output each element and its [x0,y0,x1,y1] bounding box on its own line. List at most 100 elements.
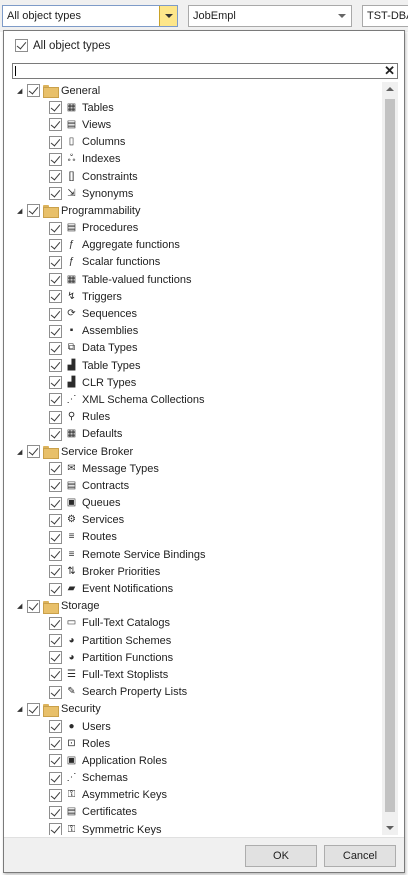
checkbox-icon[interactable] [27,599,40,613]
checkbox-icon[interactable] [49,565,62,579]
checkbox-icon[interactable] [49,341,62,355]
checkbox-icon[interactable] [49,393,62,407]
checkbox-icon[interactable] [49,324,62,338]
tree-item[interactable]: ≡ Routes [12,529,378,546]
scroll-down-icon[interactable] [386,826,394,830]
tree-item[interactable]: ▣ Queues [12,495,378,512]
tree-item[interactable]: ▣ Application Roles [12,752,378,769]
tree-item[interactable]: ✎ Search Property Lists [12,684,378,701]
tree-item[interactable]: ▤ Certificates [12,804,378,821]
tree-item[interactable]: ↯ Triggers [12,288,378,305]
checkbox-icon[interactable] [49,496,62,510]
checkbox-icon[interactable] [49,410,62,424]
tree-item[interactable]: ƒ Scalar functions [12,254,378,271]
tree-item[interactable]: ▰ Event Notifications [12,580,378,597]
object-type-combo[interactable]: All object types [2,5,178,27]
checkbox-icon[interactable] [49,823,62,835]
checkbox-icon[interactable] [49,616,62,630]
tree-item[interactable]: ▦ Defaults [12,426,378,443]
tree-item[interactable]: ⚲ Rules [12,409,378,426]
tree-item[interactable]: ⚙ Services [12,512,378,529]
checkbox-icon[interactable] [49,307,62,321]
checkbox-icon[interactable] [27,445,40,459]
table-combo[interactable]: JobEmpl [188,5,352,27]
checkbox-icon[interactable] [49,788,62,802]
cancel-button[interactable]: Cancel [324,845,396,867]
checkbox-icon[interactable] [27,204,40,218]
tree-group[interactable]: ◢ Storage [12,598,378,615]
collapse-toggle-icon[interactable]: ◢ [17,448,26,456]
tree-item[interactable]: ▟ Table Types [12,357,378,374]
checkbox-icon[interactable] [49,118,62,132]
tree-item[interactable]: ▤ Views [12,116,378,133]
tree-item[interactable]: ▦ Table-valued functions [12,271,378,288]
checkbox-icon[interactable] [27,84,40,98]
tree-item[interactable]: ▟ CLR Types [12,374,378,391]
checkbox-icon[interactable] [49,685,62,699]
tree-item[interactable]: ● Users [12,718,378,735]
checkbox-icon[interactable] [49,634,62,648]
checkbox-icon[interactable] [49,548,62,562]
tree-item[interactable]: ◕ Partition Functions [12,649,378,666]
collapse-toggle-icon[interactable]: ◢ [17,602,26,610]
server-combo[interactable]: TST-DBA [362,5,408,27]
tree-item[interactable]: ▭ Full-Text Catalogs [12,615,378,632]
checkbox-icon[interactable] [49,668,62,682]
checkbox-icon[interactable] [49,273,62,287]
tree-item[interactable]: ⚿ Asymmetric Keys [12,787,378,804]
tree-item[interactable]: ≡ Remote Service Bindings [12,546,378,563]
tree-item[interactable]: ⟳ Sequences [12,305,378,322]
checkbox-icon[interactable] [49,101,62,115]
scrollbar-thumb[interactable] [385,99,395,812]
checkbox-icon[interactable] [49,359,62,373]
checkbox-icon[interactable] [49,754,62,768]
tree-item[interactable]: ◕ Partition Schemes [12,632,378,649]
tree-item[interactable]: ▦ Tables [12,99,378,116]
tree-item[interactable]: [] Constraints [12,168,378,185]
collapse-toggle-icon[interactable]: ◢ [17,207,26,215]
tree-item[interactable]: ஃ Indexes [12,151,378,168]
vertical-scrollbar[interactable] [382,82,398,835]
ok-button[interactable]: OK [245,845,317,867]
tree-item[interactable]: ⇲ Synonyms [12,185,378,202]
tree-item[interactable]: ▯ Columns [12,134,378,151]
tree-group[interactable]: ◢ General [12,82,378,99]
checkbox-icon[interactable] [49,187,62,201]
collapse-toggle-icon[interactable]: ◢ [17,87,26,95]
tree-group[interactable]: ◢ Programmability [12,202,378,219]
checkbox-icon[interactable] [49,771,62,785]
checkbox-icon[interactable] [49,582,62,596]
tree-item[interactable]: ⚿ Symmetric Keys [12,821,378,835]
tree-item[interactable]: ƒ Aggregate functions [12,237,378,254]
checkbox-icon[interactable] [49,737,62,751]
tree-item[interactable]: ⇅ Broker Priorities [12,563,378,580]
tree-item[interactable]: ▪ Assemblies [12,323,378,340]
checkbox-icon[interactable] [49,530,62,544]
checkbox-icon[interactable] [49,135,62,149]
checkbox-icon[interactable] [49,255,62,269]
filter-input[interactable]: ✕ [12,63,398,79]
tree-item[interactable]: ▤ Procedures [12,220,378,237]
scroll-up-icon[interactable] [386,87,394,91]
collapse-toggle-icon[interactable]: ◢ [17,705,26,713]
tree-item[interactable]: ▤ Contracts [12,477,378,494]
tree-item[interactable]: ✉ Message Types [12,460,378,477]
tree-item[interactable]: ⋰ Schemas [12,770,378,787]
tree-item[interactable]: ⊡ Roles [12,735,378,752]
checkbox-icon[interactable] [49,651,62,665]
checkbox-icon[interactable] [49,720,62,734]
all-object-types-checkbox[interactable]: All object types [15,39,110,52]
checkbox-icon[interactable] [49,805,62,819]
checkbox-icon[interactable] [49,427,62,441]
checkbox-icon[interactable] [49,290,62,304]
checkbox-icon[interactable] [27,702,40,716]
tree-item[interactable]: ⧉ Data Types [12,340,378,357]
clear-icon[interactable]: ✕ [384,63,395,79]
checkbox-icon[interactable] [49,376,62,390]
checkbox-icon[interactable] [49,462,62,476]
tree-group[interactable]: ◢ Service Broker [12,443,378,460]
checkbox-icon[interactable] [49,238,62,252]
checkbox-icon[interactable] [49,170,62,184]
checkbox-icon[interactable] [49,513,62,527]
checkbox-icon[interactable] [49,479,62,493]
